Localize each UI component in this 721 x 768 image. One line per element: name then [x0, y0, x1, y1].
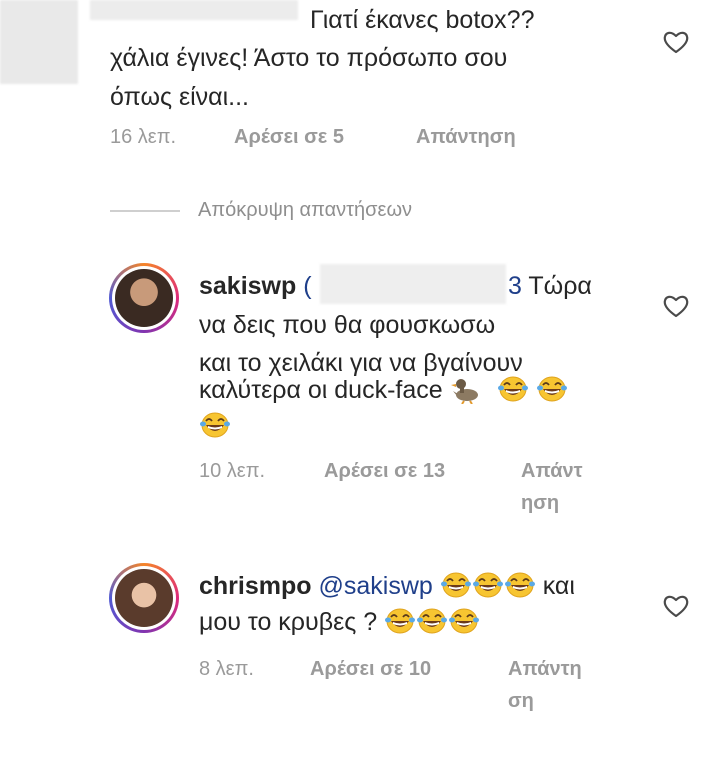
mention-open: (	[303, 272, 312, 300]
comment-3-time: 8 λεπ.	[199, 658, 254, 680]
comment-2-line4: καλύτερα οι duck-face	[199, 372, 568, 408]
tears-of-joy-emoji-icon	[440, 570, 472, 600]
redacted-username	[90, 0, 298, 20]
tears-of-joy-emoji-icon	[416, 606, 448, 636]
comment-2-line1: sakiswp (	[199, 268, 312, 304]
comment-3-likes[interactable]: Αρέσει σε 10	[310, 653, 431, 685]
comment-1-text-line3: όπως είναι...	[110, 83, 250, 111]
comment-2-line2: να δεις που θα φουσκωσω	[199, 311, 496, 339]
comment-3-line2: μου το κρυβες ?	[199, 604, 480, 640]
comment-2-likes[interactable]: Αρέσει σε 13	[324, 455, 445, 487]
avatar-chrismpo[interactable]	[109, 563, 179, 633]
hide-replies-button[interactable]: Απόκρυψη απαντήσεων	[198, 196, 412, 224]
username-sakiswp[interactable]: sakiswp	[199, 272, 296, 300]
tears-of-joy-emoji-icon	[504, 570, 536, 600]
redacted-avatar	[0, 0, 78, 84]
hide-replies-divider	[110, 210, 180, 212]
comment-1-likes[interactable]: Αρέσει σε 5	[234, 121, 344, 153]
comment-2-reply-button[interactable]: Απάντ ηση	[521, 455, 583, 519]
comment-1-text: Γιατί έκανες botox??	[310, 6, 535, 34]
avatar-sakiswp[interactable]	[109, 263, 179, 333]
like-heart-icon[interactable]	[662, 29, 690, 55]
comment-1-time: 16 λεπ.	[110, 126, 177, 148]
comment-1-reply-button[interactable]: Απάντηση	[416, 121, 516, 153]
comment-2-time: 10 λεπ.	[199, 460, 266, 482]
tears-of-joy-emoji-icon	[536, 374, 568, 404]
like-heart-icon[interactable]	[662, 293, 690, 319]
username-chrismpo[interactable]: chrismpo	[199, 572, 312, 600]
duck-emoji-icon	[450, 374, 482, 404]
like-heart-icon[interactable]	[662, 593, 690, 619]
comment-2-line1-tail: 3 Τώρα	[508, 272, 592, 300]
redacted-mention	[320, 264, 506, 304]
comment-1-text-line2: χάλια έγινες! Άστο το πρόσωπο σου	[110, 44, 508, 72]
tears-of-joy-emoji-icon	[472, 570, 504, 600]
tears-of-joy-emoji-icon	[384, 606, 416, 636]
comment-3-reply-button[interactable]: Απάντη ση	[508, 653, 582, 717]
comment-2-line5	[199, 410, 231, 440]
mention-sakiswp[interactable]: @sakiswp	[318, 572, 432, 600]
tears-of-joy-emoji-icon	[199, 410, 231, 440]
comment-3-line1: chrismpo @sakiswp και	[199, 570, 575, 600]
tears-of-joy-emoji-icon	[448, 606, 480, 636]
tears-of-joy-emoji-icon	[497, 374, 529, 404]
